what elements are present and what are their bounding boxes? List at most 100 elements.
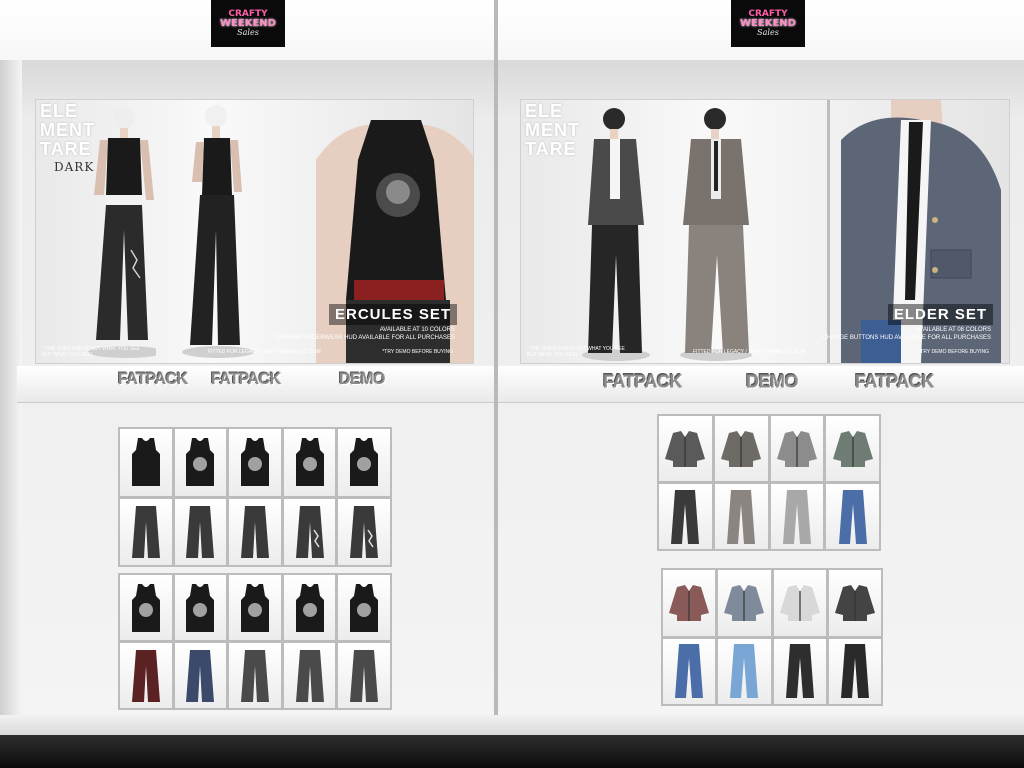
- floor-edge: [0, 735, 1024, 768]
- vendor-jacket[interactable]: [773, 570, 826, 636]
- fatpack-button[interactable]: FATPACK: [855, 370, 934, 392]
- vendor-tank-top[interactable]: [229, 575, 281, 640]
- vendor-jacket[interactable]: [828, 570, 881, 636]
- vendor-pants[interactable]: [338, 498, 390, 565]
- vendor-pants-icon: [131, 505, 160, 558]
- demo-button[interactable]: DEMO: [339, 371, 386, 390]
- vendor-pants-icon: [727, 489, 756, 544]
- vendor-pants[interactable]: [714, 484, 768, 549]
- vendor-tank-top[interactable]: [283, 575, 336, 640]
- vendor-tank-top[interactable]: [174, 575, 227, 640]
- vendor-pants-icon: [840, 644, 869, 699]
- set-hud-note: CHANGE UNDERWEAR HUD AVAILABLE FOR ALL P…: [275, 335, 455, 341]
- vendor-tank-top-icon: [295, 438, 324, 487]
- vendor-pants[interactable]: [828, 638, 881, 704]
- vendor-jacket[interactable]: [770, 416, 824, 481]
- vendor-pants[interactable]: [773, 638, 826, 704]
- vendor-pants[interactable]: [338, 643, 390, 708]
- vendor-grid-ercules-1: [118, 427, 392, 567]
- vendor-tank-top-icon: [350, 438, 379, 487]
- vendor-jacket-icon: [721, 430, 762, 467]
- vendor-tank-top[interactable]: [338, 575, 390, 640]
- event-logo-text: Sales: [237, 28, 259, 37]
- vendor-tank-top-icon: [240, 438, 269, 487]
- vendor-jacket[interactable]: [659, 416, 712, 481]
- vendor-tank-top[interactable]: [338, 429, 390, 496]
- set-availability: AVAILABLE AT 10 COLORS: [379, 327, 455, 333]
- fatpack-button[interactable]: FATPACK: [118, 371, 188, 390]
- event-logo-right[interactable]: CRAFTY WEEKEND Sales: [731, 0, 805, 47]
- poster-footnote: * THE QUESTION IS NOT WHAT YOU SEE BUT W…: [527, 346, 625, 358]
- model-figure-side: [182, 105, 254, 358]
- vendor-tank-top-icon: [295, 583, 324, 632]
- set-hud-note: CHANGE BUTTONS HUD AVAILABLE FOR ALL PUR…: [822, 335, 992, 341]
- set-title: ELDER SET: [887, 304, 993, 325]
- vendor-jacket-icon: [665, 430, 706, 467]
- brand-logo: ELE MENT TARE: [525, 102, 580, 159]
- vendor-pants-icon: [350, 505, 379, 558]
- brand-line: MENT: [525, 120, 580, 140]
- model-figure-jacket-dark: [582, 108, 650, 361]
- vendor-pants-icon: [730, 644, 759, 699]
- vendor-pants[interactable]: [659, 484, 712, 549]
- set-availability: AVAILABLE AT 08 COLORS: [915, 327, 991, 333]
- poster-demo-note: *TRY DEMO BEFORE BUYING: [918, 349, 989, 355]
- vendor-pants-icon: [675, 644, 704, 699]
- header-band: [0, 0, 1024, 60]
- ad-poster-ercules[interactable]: ELE MENT TARE DARK ERCULES SET AVAILABLE…: [36, 100, 473, 363]
- vendor-pants[interactable]: [174, 643, 227, 708]
- vendor-jacket[interactable]: [714, 416, 768, 481]
- vendor-tank-top[interactable]: [229, 429, 281, 496]
- vendor-jacket[interactable]: [718, 570, 771, 636]
- vendor-jacket-icon: [669, 584, 710, 621]
- vendor-pants[interactable]: [229, 643, 281, 708]
- vendor-tank-top[interactable]: [120, 429, 172, 496]
- vendor-pants-icon: [240, 649, 269, 702]
- poster-fit-note: FITTED FOR LEGACY / JAKE / GIANNI / EZ S…: [693, 349, 806, 355]
- vendor-pants[interactable]: [826, 484, 879, 549]
- vendor-pants[interactable]: [663, 638, 716, 704]
- shelf-left: FATPACK FATPACK DEMO: [17, 366, 494, 403]
- vendor-pants-icon: [240, 505, 269, 558]
- vendor-tank-top-icon: [186, 583, 215, 632]
- model-figure-front: [88, 107, 156, 358]
- vendor-tank-top-icon: [131, 583, 160, 632]
- brand-line: ELE: [525, 101, 564, 121]
- vendor-jacket-icon: [779, 584, 820, 621]
- event-logo-left[interactable]: CRAFTY WEEKEND Sales: [211, 0, 285, 47]
- fatpack-button[interactable]: FATPACK: [603, 370, 682, 392]
- vendor-pants-icon: [186, 649, 215, 702]
- demo-button[interactable]: DEMO: [746, 370, 799, 392]
- vendor-pants[interactable]: [174, 498, 227, 565]
- shelf-right: FATPACK DEMO FATPACK: [498, 366, 1024, 403]
- vendor-pants-icon: [295, 649, 324, 702]
- vendor-jacket-icon: [776, 430, 817, 467]
- vendor-pants[interactable]: [120, 643, 172, 708]
- vendor-pants[interactable]: [229, 498, 281, 565]
- vendor-pants-icon: [785, 644, 814, 699]
- event-logo-text: Sales: [757, 28, 779, 37]
- vendor-pants[interactable]: [120, 498, 172, 565]
- model-figure-jacket-grey: [680, 108, 752, 361]
- vendor-pants[interactable]: [718, 638, 771, 704]
- vendor-grid-elder-1: [657, 414, 881, 551]
- vendor-pants-icon: [295, 505, 324, 558]
- vendor-grid-ercules-2: [118, 573, 392, 710]
- vendor-tank-top[interactable]: [120, 575, 172, 640]
- brand-line: TARE: [525, 139, 577, 159]
- ad-poster-elder[interactable]: ELE MENT TARE ELDER SET AVAILABLE AT 08 …: [521, 100, 1009, 363]
- vendor-jacket[interactable]: [826, 416, 879, 481]
- vendor-pants[interactable]: [283, 643, 336, 708]
- poster-footnote: * THE QUESTION IS NOT WHAT YOU SEE BUT W…: [42, 346, 140, 358]
- vendor-pants-icon: [131, 649, 160, 702]
- vendor-tank-top-icon: [240, 583, 269, 632]
- vendor-pants[interactable]: [770, 484, 824, 549]
- vendor-tank-top[interactable]: [174, 429, 227, 496]
- vendor-tank-top-icon: [350, 583, 379, 632]
- vendor-pants[interactable]: [283, 498, 336, 565]
- fatpack-button[interactable]: FATPACK: [211, 371, 281, 390]
- vendor-tank-top-icon: [186, 438, 215, 487]
- vendor-pants-icon: [671, 489, 700, 544]
- vendor-jacket[interactable]: [663, 570, 716, 636]
- vendor-tank-top[interactable]: [283, 429, 336, 496]
